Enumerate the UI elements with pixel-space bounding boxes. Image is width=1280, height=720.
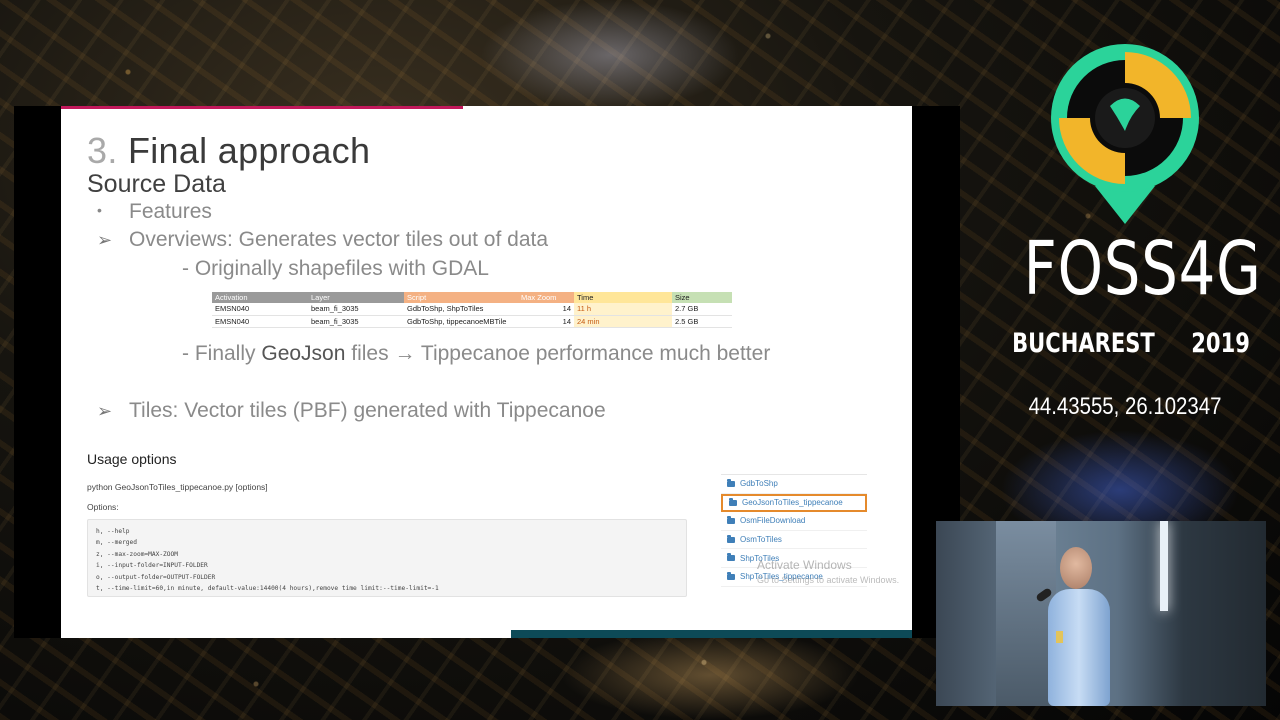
speaker-head: [1060, 547, 1092, 589]
folder-item[interactable]: GdbToShp: [721, 475, 867, 494]
code-line: o, --output-folder=OUTPUT-FOLDER: [96, 573, 216, 581]
background-light: [480, 0, 740, 110]
folder-item[interactable]: OsmFileDownload: [721, 512, 867, 531]
performance-table: Activation Layer Script Max Zoom Time Si…: [212, 292, 732, 328]
table-cell: beam_fi_3035: [308, 303, 404, 316]
table-header: Script: [404, 292, 518, 303]
table-cell: EMSN040: [212, 315, 308, 328]
folder-label: OsmToTiles: [740, 535, 782, 545]
folder-icon: [727, 478, 735, 487]
table-cell: GdbToShp, tippecanoeMBTile: [404, 315, 518, 328]
slide-title-text: Final approach: [127, 130, 371, 171]
table-cell: 2.7 GB: [672, 303, 732, 316]
folder-icon: [727, 515, 735, 524]
table-header: Size: [672, 292, 732, 303]
table-header: Max Zoom: [518, 292, 574, 303]
bullet-overviews: Overviews: Generates vector tiles out of…: [129, 228, 549, 251]
folder-icon: [727, 553, 735, 562]
table-header: Layer: [308, 292, 404, 303]
background-light: [560, 630, 860, 720]
camera-background-wall: [996, 521, 1056, 706]
table-cell: EMSN040: [212, 303, 308, 316]
code-block: h, --help m, --merged z, --max-zoom=MAX-…: [87, 519, 687, 597]
speaker-camera-feed: [936, 521, 1266, 706]
event-location: BUCHAREST 2019: [995, 328, 1255, 359]
table-header: Time: [574, 292, 672, 303]
activate-windows-hint: Go to Settings to activate Windows.: [757, 575, 900, 585]
line-finally-geojson: GeoJson: [261, 342, 346, 365]
bullet-features: Features: [129, 200, 212, 223]
table-cell: 24 min: [574, 315, 672, 328]
code-line: t, --time-limit=60,in minute, default-va…: [96, 585, 439, 593]
folder-item-selected[interactable]: GeoJsonToTiles_tippecanoe: [721, 493, 867, 513]
event-coordinates: 44.43555, 26.102347: [1028, 393, 1222, 420]
code-line: z, --max-zoom=MAX-ZOOM: [96, 550, 178, 558]
folder-icon: [729, 497, 737, 506]
table-row: EMSN040 beam_fi_3035 GdbToShp, tippecano…: [212, 315, 732, 328]
slide-footer-bar: [511, 630, 912, 638]
bullet-dot: •: [97, 202, 102, 218]
table-cell: beam_fi_3035: [308, 315, 404, 328]
slide-subtitle: Source Data: [87, 170, 226, 198]
line-finally: - Finally GeoJson files → Tippecanoe per…: [182, 342, 770, 366]
table-row: EMSN040 beam_fi_3035 GdbToShp, ShpToTile…: [212, 303, 732, 316]
folder-label: OsmFileDownload: [740, 516, 806, 526]
arrow-bullet-icon: ➢: [97, 230, 113, 250]
activate-windows-watermark: Activate Windows: [757, 558, 852, 572]
table-cell: 14: [518, 315, 574, 328]
slide-accent-bar: [61, 106, 463, 109]
slide-title: 3. Final approach: [87, 130, 370, 172]
usage-command: python GeoJsonToTiles_tippecanoe.py [opt…: [87, 482, 268, 492]
usage-title: Usage options: [87, 451, 177, 467]
table-cell: 2.5 GB: [672, 315, 732, 328]
event-year: 2019: [1191, 328, 1250, 359]
slide-title-number: 3.: [87, 130, 118, 171]
line-originally: - Originally shapefiles with GDAL: [182, 257, 489, 280]
table-cell: 11 h: [574, 303, 672, 316]
event-name: FOSS4G: [1023, 226, 1262, 312]
presentation-slide: 3. Final approach Source Data • Features…: [61, 106, 912, 638]
code-line: i, --input-folder=INPUT-FOLDER: [96, 562, 208, 570]
code-line: m, --merged: [96, 539, 137, 547]
folder-icon: [727, 534, 735, 543]
folder-icon: [727, 571, 735, 580]
folder-item[interactable]: OsmToTiles: [721, 531, 867, 550]
bullet-tiles: Tiles: Vector tiles (PBF) generated with…: [129, 399, 606, 422]
table-cell: 14: [518, 303, 574, 316]
code-line: h, --help: [96, 528, 130, 535]
folder-label: GdbToShp: [740, 479, 778, 489]
speaker-figure: [1048, 589, 1110, 706]
camera-light-strip: [1160, 521, 1168, 611]
folder-label: GeoJsonToTiles_tippecanoe: [742, 498, 843, 508]
table-header-row: Activation Layer Script Max Zoom Time Si…: [212, 292, 732, 303]
foss4g-logo-icon: [1040, 36, 1210, 226]
line-finally-prefix: - Finally: [182, 342, 256, 365]
arrow-bullet-icon: ➢: [97, 401, 113, 421]
table-header: Activation: [212, 292, 308, 303]
speaker-badge: [1056, 631, 1063, 643]
line-finally-suffix: files → Tippecanoe performance much bett…: [351, 342, 771, 365]
event-city: BUCHAREST: [1012, 328, 1155, 359]
usage-options-label: Options:: [87, 502, 119, 512]
table-cell: GdbToShp, ShpToTiles: [404, 303, 518, 316]
